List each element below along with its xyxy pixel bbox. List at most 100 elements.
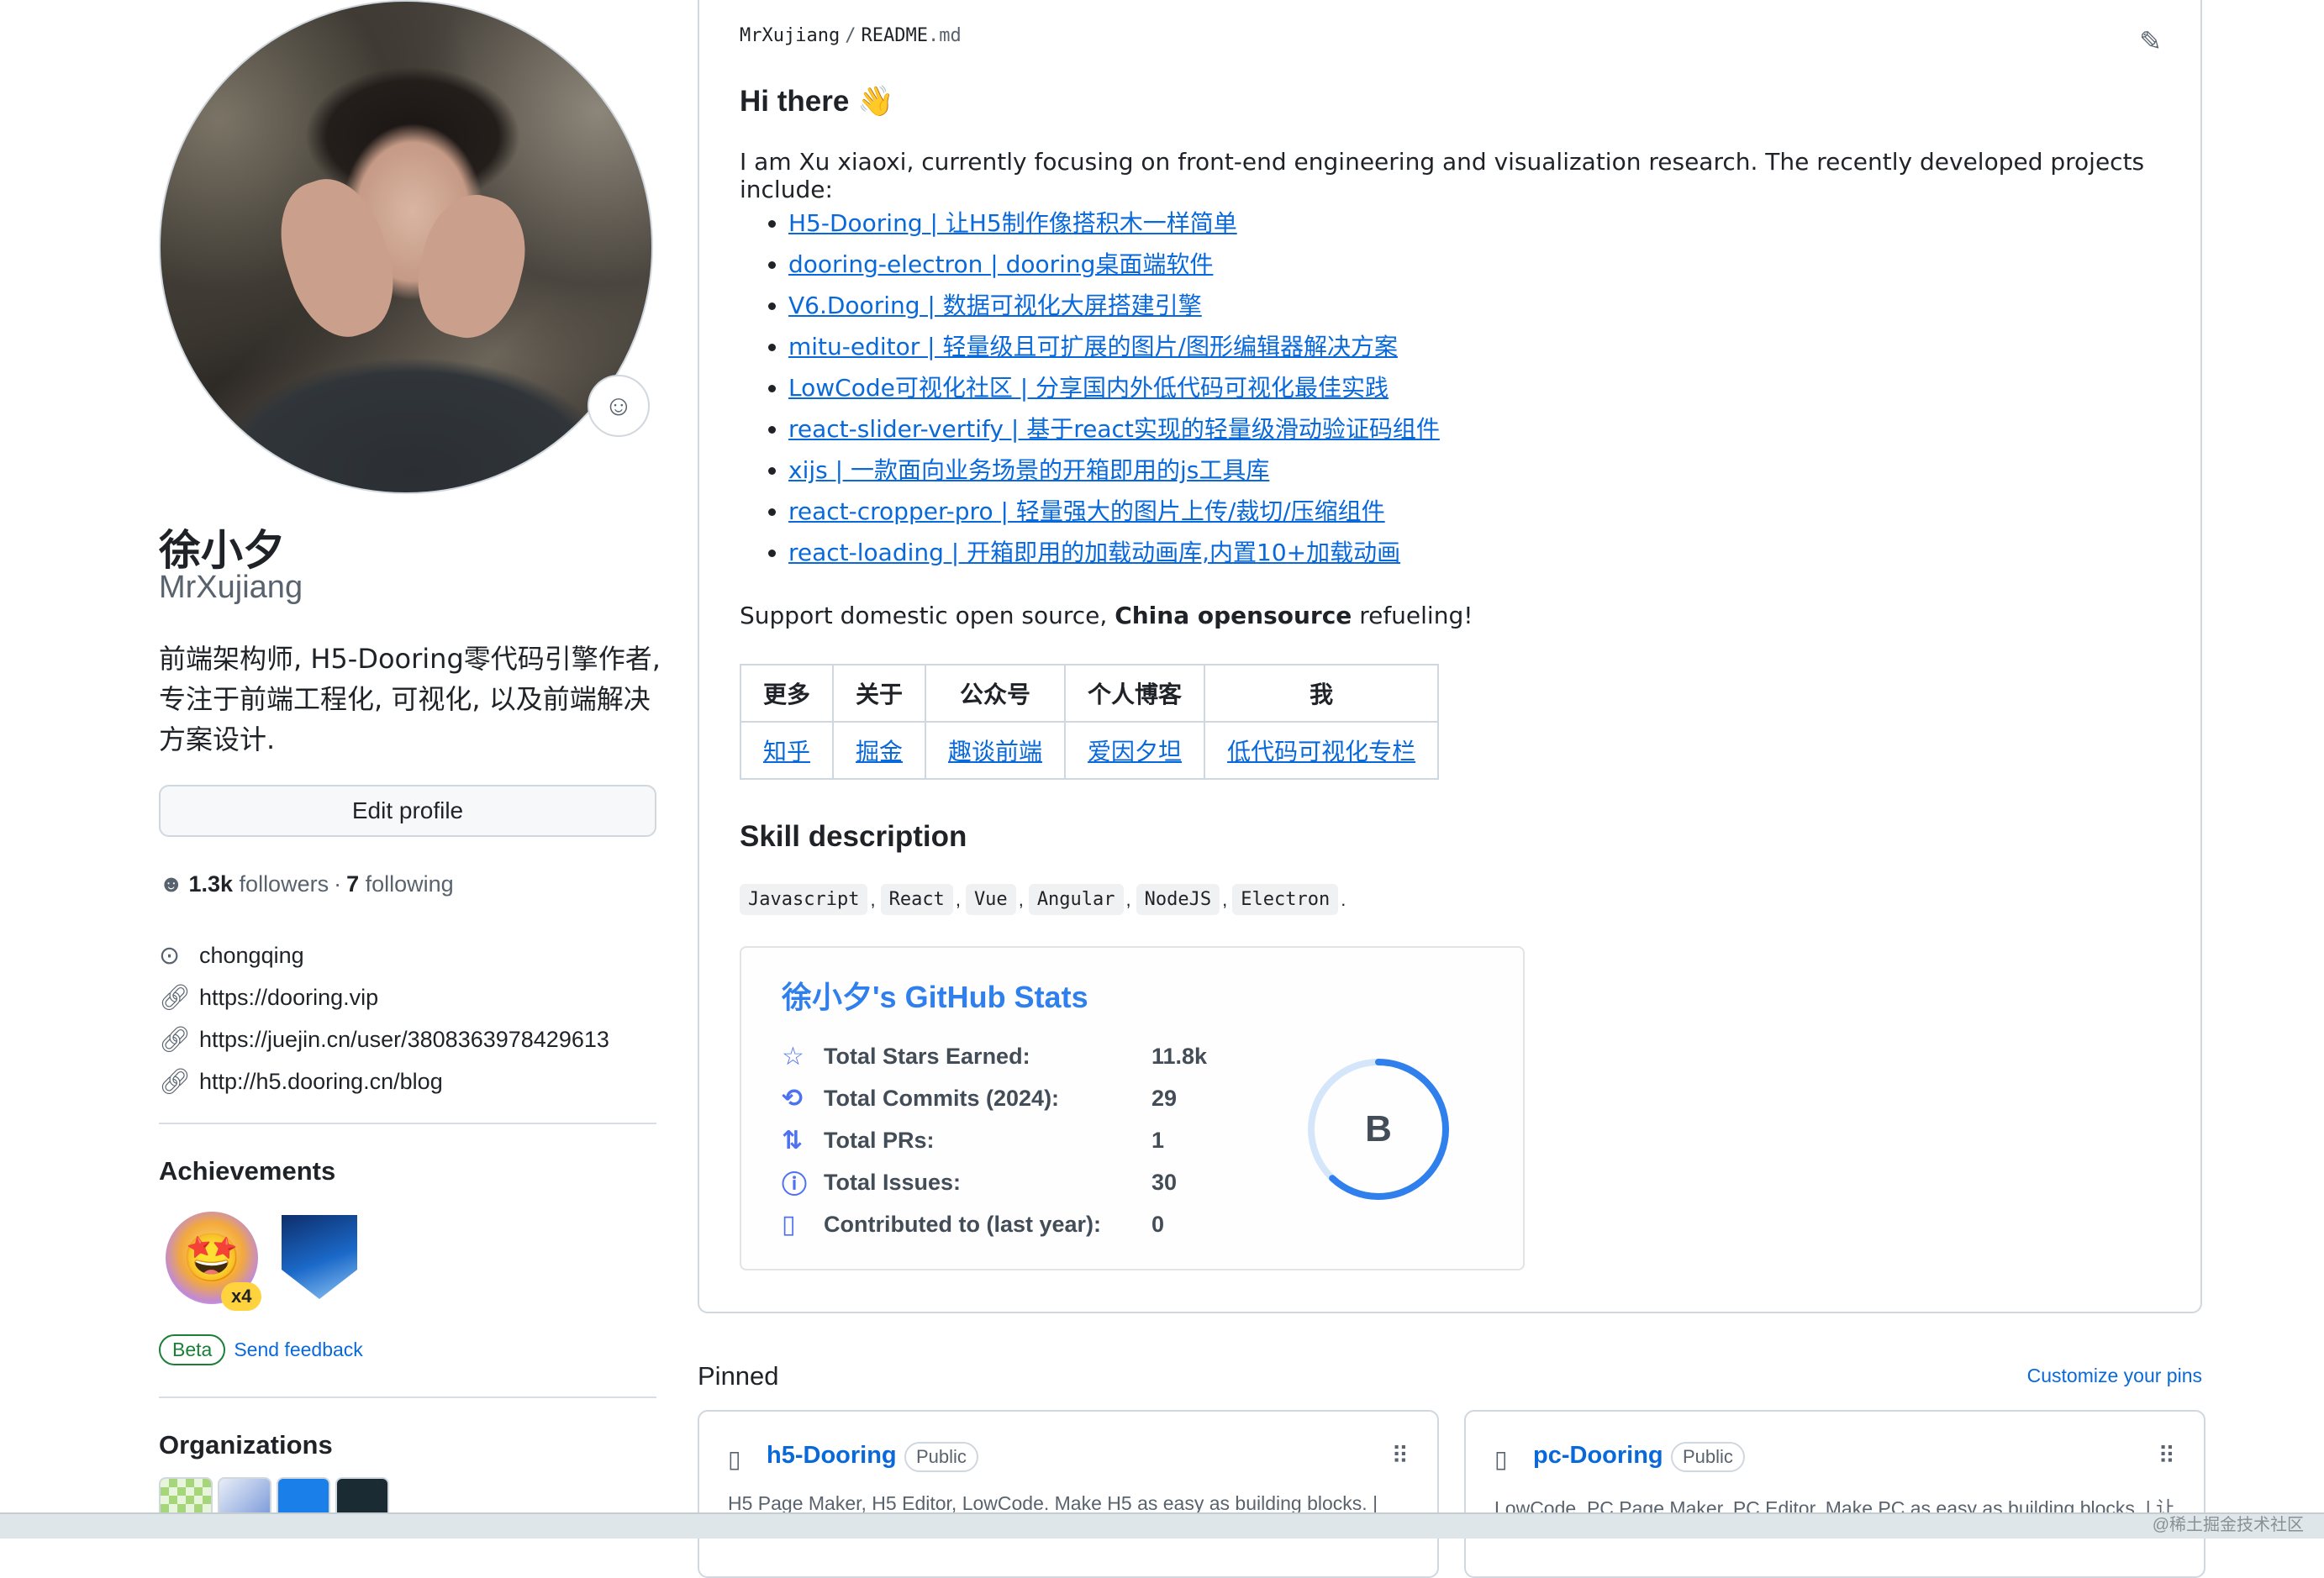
avatar-container: ☺ (159, 0, 656, 494)
profile-fullname: 徐小夕 (159, 526, 285, 575)
smiley-icon: ☺ (603, 389, 634, 422)
followers-link[interactable]: 1.3k followers (188, 871, 329, 897)
social-link[interactable]: https://juejin.cn/user/3808363978429613 (199, 1027, 609, 1053)
table-header-row: 更多 关于 公众号 个人博客 我 (739, 664, 1440, 723)
list-item: react-slider-vertify | 基于react实现的轻量级滑动验证… (788, 411, 1440, 452)
support-bold: China opensource (1115, 602, 1352, 629)
watermark-text: @稀土掘金技术社区 (2152, 1516, 2304, 1534)
skill-list: Javascript, React, Vue, Angular, NodeJS,… (740, 884, 1351, 915)
readme-greeting: Hi there 👋 (740, 85, 894, 118)
support-suffix: refueling! (1352, 602, 1473, 629)
table-cell: 掘金 (832, 721, 927, 780)
following-count: 7 (346, 871, 360, 897)
project-link[interactable]: mitu-editor | 轻量级且可扩展的图片/图形编辑器解决方案 (788, 333, 1398, 360)
divider (159, 1123, 656, 1124)
avatar[interactable] (159, 0, 653, 494)
project-link[interactable]: xijs | 一款面向业务场景的开箱即用的js工具库 (788, 456, 1269, 484)
social-link[interactable]: http://h5.dooring.cn/blog (199, 1069, 443, 1095)
set-status-button[interactable]: ☺ (588, 375, 650, 437)
vcard-details: ⊙ chongqing 🔗︎ https://dooring.vip 🔗︎ ht… (159, 934, 609, 1102)
blog-link[interactable]: 爱因夕坦 (1088, 738, 1182, 765)
profile-login: MrXujiang (159, 570, 303, 605)
stat-label: Total PRs: (824, 1127, 935, 1153)
stat-label: Total Commits (2024): (824, 1085, 1060, 1111)
table-header: 更多 (739, 664, 835, 723)
divider (159, 1397, 656, 1398)
follow-stats: ☻ 1.3k followers · 7 following (159, 871, 454, 897)
skill-title: Skill description (740, 820, 967, 853)
drag-grip-icon[interactable]: ⠿ (1391, 1442, 1408, 1470)
repo-name-link[interactable]: pc-Dooring (1533, 1442, 1663, 1470)
skill-tag: Javascript (740, 884, 868, 915)
table-header: 公众号 (925, 664, 1067, 723)
juejin-link[interactable]: 掘金 (856, 738, 903, 765)
link-icon: 🔗︎ (159, 1025, 192, 1054)
project-link[interactable]: react-loading | 开箱即用的加载动画库,内置10+加载动画 (788, 539, 1400, 566)
rank-ring: B (1308, 1059, 1449, 1200)
pinned-repo-card[interactable]: ▯ h5-Dooring Public ⠿ H5 Page Maker, H5 … (698, 1410, 1439, 1578)
table-cell: 爱因夕坦 (1064, 721, 1206, 780)
list-item: LowCode可视化社区 | 分享国内外低代码可视化最佳实践 (788, 370, 1440, 411)
repo-icon: ▯ (1494, 1446, 1508, 1472)
stat-value: 30 (1151, 1169, 1178, 1195)
pull-request-icon: ⇅ (782, 1126, 804, 1155)
readme-path: MrXujiang / README.md (740, 25, 962, 46)
stat-label: Total Stars Earned: (824, 1043, 1030, 1069)
stat-value: 0 (1151, 1211, 1165, 1237)
list-item: H5-Dooring | 让H5制作像搭积木一样简单 (788, 205, 1440, 246)
drag-grip-icon[interactable]: ⠿ (2158, 1442, 2174, 1470)
repo-description: H5 Page Maker, H5 Editor, LowCode. Make … (728, 1492, 1378, 1514)
github-stats-card[interactable]: 徐小夕's GitHub Stats ☆ Total Stars Earned:… (740, 946, 1525, 1270)
following-link[interactable]: 7 following (346, 871, 454, 897)
readme-intro: I am Xu xiaoxi, currently focusing on fr… (740, 148, 2145, 203)
list-item: mitu-editor | 轻量级且可扩展的图片/图形编辑器解决方案 (788, 329, 1440, 370)
wechat-link[interactable]: 趣谈前端 (948, 738, 1042, 765)
star-icon: ☆ (782, 1042, 804, 1070)
stat-value: 29 (1151, 1085, 1178, 1111)
pinned-title: Pinned (698, 1361, 779, 1391)
customize-pins-link[interactable]: Customize your pins (2027, 1365, 2202, 1387)
project-link[interactable]: H5-Dooring | 让H5制作像搭积木一样简单 (788, 209, 1237, 237)
website-link[interactable]: https://dooring.vip (199, 985, 378, 1011)
website-row: 🔗︎ https://dooring.vip (159, 976, 609, 1018)
skill-tag: NodeJS (1136, 884, 1220, 915)
stat-row: ⇅ Total PRs: 1 (782, 1119, 1164, 1161)
support-text: Support domestic open source, China open… (740, 602, 1473, 629)
people-icon: ☻ (159, 871, 184, 897)
column-link[interactable]: 低代码可视化专栏 (1227, 738, 1415, 765)
skill-tag: Angular (1028, 884, 1124, 915)
stat-label: Contributed to (last year): (824, 1211, 1102, 1237)
achievement-count-badge: x4 (221, 1282, 262, 1311)
send-feedback-link[interactable]: Send feedback (234, 1339, 362, 1361)
achievement-starstruck-badge[interactable]: 🤩 x4 (166, 1212, 262, 1311)
stat-row: ⓘ Total Issues: 30 (782, 1161, 1177, 1203)
repo-icon: ▯ (782, 1210, 796, 1239)
edit-profile-button[interactable]: Edit profile (159, 785, 656, 837)
history-icon: ⟲ (782, 1084, 804, 1112)
stats-title: 徐小夕's GitHub Stats (782, 980, 1088, 1014)
organizations-title: Organizations (159, 1430, 333, 1460)
project-link[interactable]: V6.Dooring | 数据可视化大屏搭建引擎 (788, 292, 1202, 319)
readme-owner-link[interactable]: MrXujiang (740, 25, 840, 46)
pinned-repo-card[interactable]: ▯ pc-Dooring Public ⠿ LowCode, PC Page M… (1464, 1410, 2205, 1578)
list-item: V6.Dooring | 数据可视化大屏搭建引擎 (788, 287, 1440, 329)
visibility-badge: Public (904, 1442, 978, 1472)
link-icon: 🔗︎ (159, 983, 192, 1012)
skill-tag: React (880, 884, 953, 915)
table-cell: 趣谈前端 (925, 721, 1067, 780)
achievements-title: Achievements (159, 1156, 336, 1186)
list-item: dooring-electron | dooring桌面端软件 (788, 246, 1440, 287)
profile-readme-card: MrXujiang / README.md ✎ Hi there 👋 I am Xu… (698, 0, 2202, 1313)
stat-row: ▯ Contributed to (last year): 0 (782, 1203, 1164, 1245)
achievement-arctic-badge[interactable] (282, 1215, 357, 1299)
edit-readme-pencil-icon[interactable]: ✎ (2139, 25, 2162, 57)
project-link[interactable]: LowCode可视化社区 | 分享国内外低代码可视化最佳实践 (788, 374, 1389, 402)
list-item: react-loading | 开箱即用的加载动画库,内置10+加载动画 (788, 534, 1440, 576)
separator-dot: · (334, 871, 342, 897)
zhihu-link[interactable]: 知乎 (763, 738, 810, 765)
project-link[interactable]: react-slider-vertify | 基于react实现的轻量级滑动验证… (788, 415, 1440, 443)
project-link[interactable]: react-cropper-pro | 轻量强大的图片上传/裁切/压缩组件 (788, 497, 1385, 525)
project-link[interactable]: dooring-electron | dooring桌面端软件 (788, 250, 1213, 278)
repo-name-link[interactable]: h5-Dooring (767, 1442, 897, 1470)
stat-row: ☆ Total Stars Earned: 11.8k (782, 1035, 1207, 1077)
